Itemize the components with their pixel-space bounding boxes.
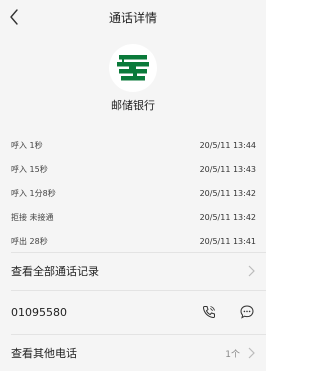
call-log-row: 呼出 28秒 20/5/11 13:41 [0, 229, 266, 253]
call-details-screen: 通话详情 邮储银行 呼入 1秒 20/5/11 13:44 呼入 15秒 20/… [0, 0, 266, 371]
other-phones-label: 查看其他电话 [11, 347, 77, 360]
contact-section: 邮储银行 [0, 34, 266, 124]
call-log-row: 拒接 未接通 20/5/11 13:42 [0, 205, 266, 229]
message-icon [240, 305, 254, 319]
header-bar: 通话详情 [0, 0, 266, 34]
call-log-type: 呼入 1秒 [11, 140, 43, 150]
phone-number-row: 01095580 [0, 291, 266, 333]
message-button[interactable] [238, 303, 256, 321]
call-log-time: 20/5/11 13:42 [199, 212, 256, 222]
call-log-type: 呼出 28秒 [11, 236, 48, 246]
call-log-row: 呼入 15秒 20/5/11 13:43 [0, 157, 266, 181]
chevron-right-icon [246, 265, 256, 277]
chevron-right-icon [246, 347, 256, 359]
call-log-time: 20/5/11 13:44 [199, 140, 256, 150]
phone-icon [202, 306, 215, 319]
call-log-row: 呼入 1分8秒 20/5/11 13:42 [0, 181, 266, 205]
contact-avatar [109, 44, 157, 92]
call-button[interactable] [200, 303, 218, 321]
call-log-list: 呼入 1秒 20/5/11 13:44 呼入 15秒 20/5/11 13:43… [0, 133, 266, 253]
call-log-time: 20/5/11 13:43 [199, 164, 256, 174]
contact-name: 邮储银行 [111, 99, 155, 112]
phone-number[interactable]: 01095580 [11, 306, 67, 319]
view-all-records-row[interactable]: 查看全部通话记录 [0, 253, 266, 289]
phone-actions [200, 303, 256, 321]
postal-bank-logo-icon [117, 55, 149, 81]
call-log-time: 20/5/11 13:42 [199, 188, 256, 198]
call-log-type: 拒接 未接通 [11, 212, 54, 222]
page-title: 通话详情 [108, 11, 157, 25]
call-log-row: 呼入 1秒 20/5/11 13:44 [0, 133, 266, 157]
call-log-time: 20/5/11 13:41 [199, 236, 256, 246]
call-log-type: 呼入 1分8秒 [11, 188, 56, 198]
call-log-type: 呼入 15秒 [11, 164, 48, 174]
other-phones-row[interactable]: 查看其他电话 1个 [0, 335, 266, 371]
other-phones-count: 1个 [225, 349, 240, 360]
other-phones-meta: 1个 [225, 347, 256, 360]
view-all-records-label: 查看全部通话记录 [11, 265, 99, 278]
